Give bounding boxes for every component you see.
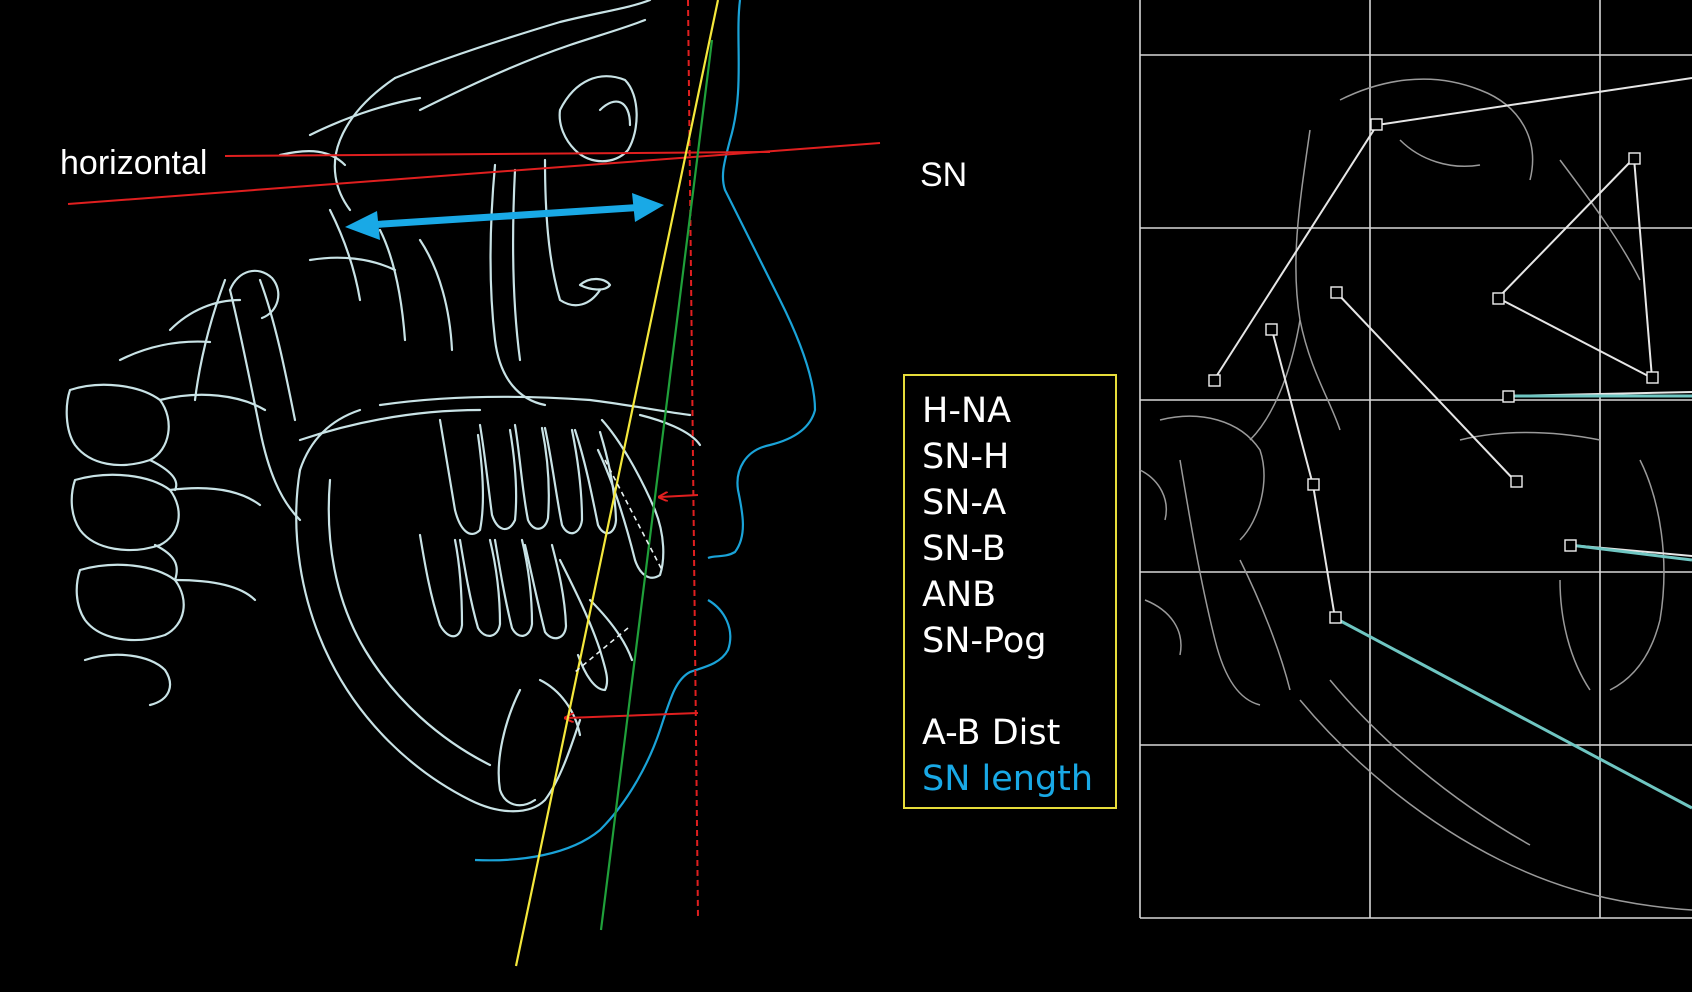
legend-item-anb: ANB <box>922 575 997 615</box>
reference-lines <box>67 0 881 919</box>
legend-item-sn-h: SN-H <box>922 437 1010 477</box>
skull-tracing <box>65 0 702 813</box>
legend-item-h-na: H-NA <box>922 391 1012 431</box>
legend-item-sn-pog: SN-Pog <box>922 621 1047 661</box>
measurement-legend: H-NA SN-H SN-A SN-B ANB SN-Pog A-B Dist … <box>903 374 1117 809</box>
soft-tissue-profile <box>474 0 817 862</box>
legend-item-a-b-dist: A-B Dist <box>922 713 1061 753</box>
cephalogram-tracing <box>1139 0 1692 919</box>
yellow-line <box>514 0 720 967</box>
horizontal-label: horizontal <box>60 144 208 182</box>
legend-item-sn-length: SN length <box>922 759 1094 799</box>
sn-label: SN <box>920 156 968 194</box>
tracing-grid <box>1139 0 1692 919</box>
cephalometric-diagram <box>65 0 1692 967</box>
legend-item-sn-b: SN-B <box>922 529 1006 569</box>
horizontal-line <box>224 151 771 157</box>
point-a-arrow <box>660 495 699 497</box>
legend-spacer <box>922 664 1115 710</box>
point-b-arrow <box>566 712 699 718</box>
legend-item-sn-a: SN-A <box>922 483 1007 523</box>
sn-length-arrow <box>345 193 664 240</box>
